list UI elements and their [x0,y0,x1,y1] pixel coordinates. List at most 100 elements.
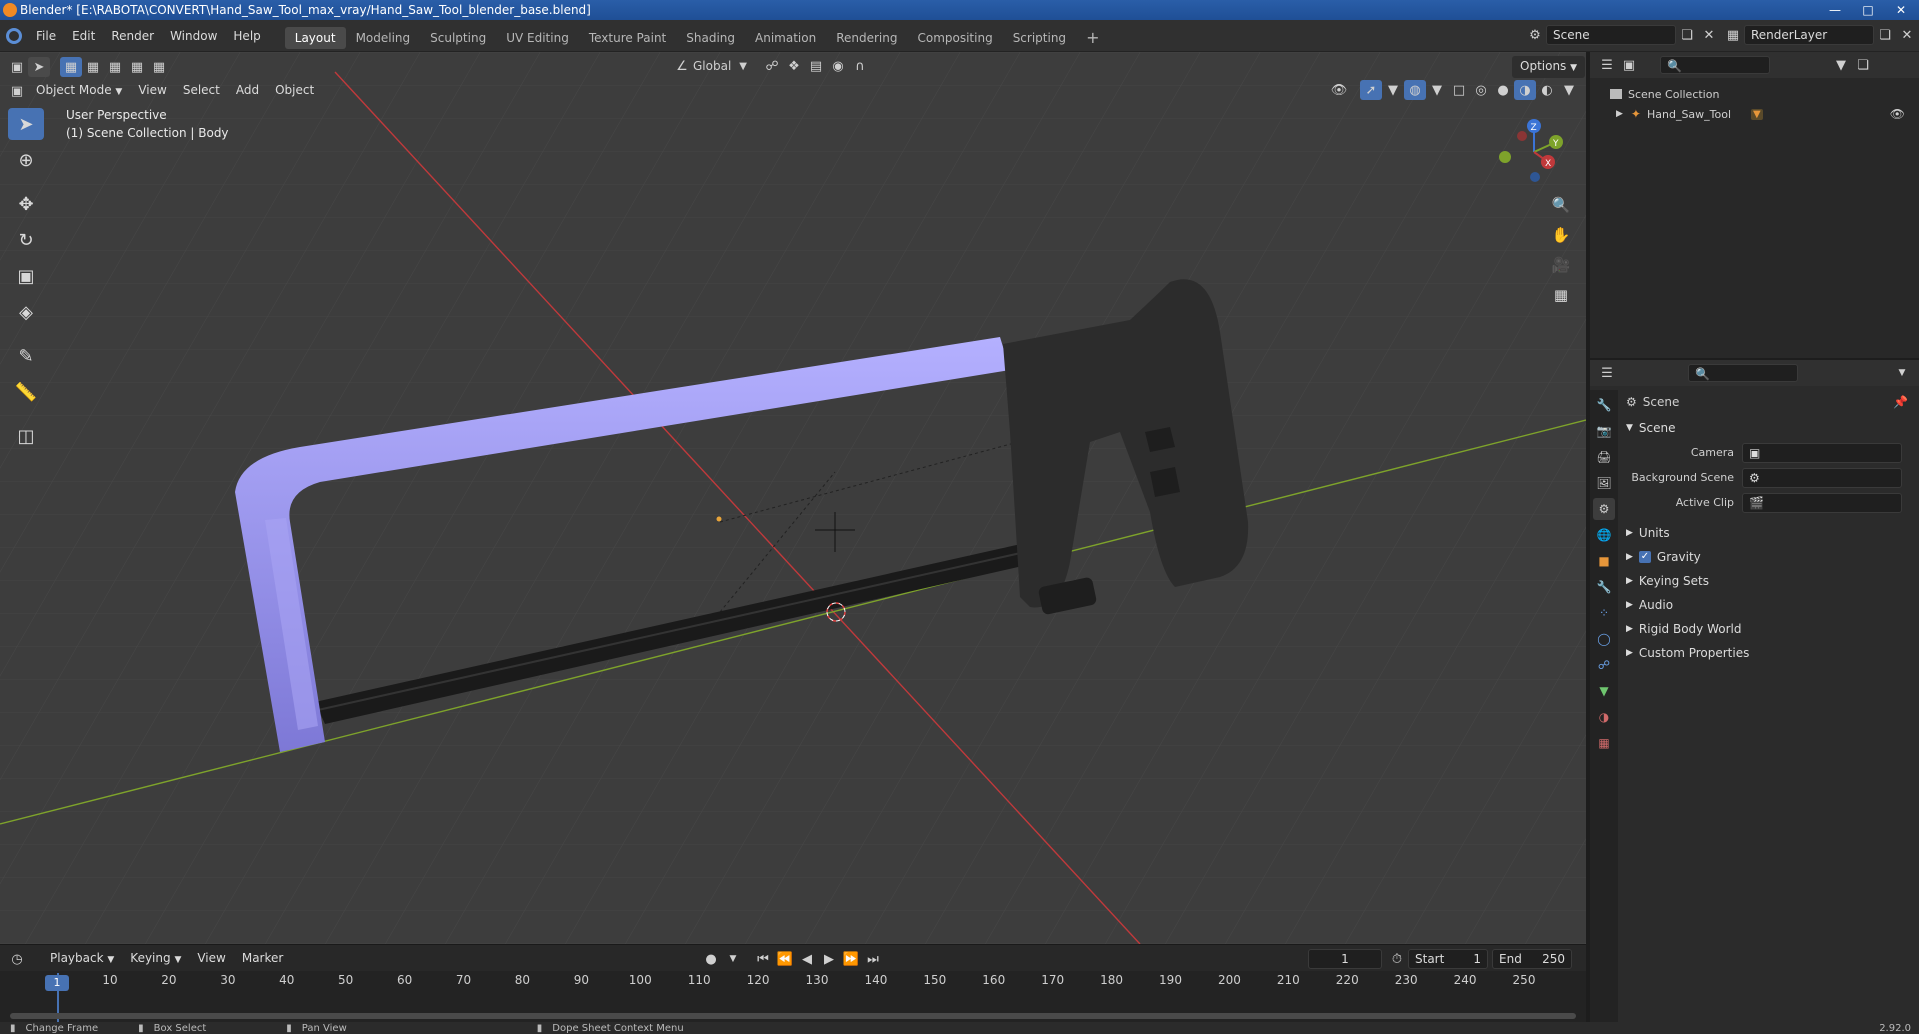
tab-animation[interactable]: Animation [745,27,826,49]
outliner-search-input[interactable]: 🔍 [1660,56,1770,74]
plus-icon[interactable]: + [1076,27,1109,49]
tab-rendering[interactable]: Rendering [826,27,907,49]
select-mode-extend-icon[interactable]: ▦ [82,57,104,77]
scale-tool-icon[interactable]: ▣ [8,260,44,292]
maximize-icon[interactable]: □ [1853,2,1883,18]
gizmo-menu-icon[interactable]: ▼ [1382,80,1404,100]
gravity-checkbox[interactable]: ✓ [1638,551,1651,563]
record-icon[interactable]: ● [700,949,722,969]
properties-editor-icon[interactable]: ☰ [1596,363,1618,383]
wireframe-shading-icon[interactable]: ◎ [1470,80,1492,100]
select-mode-new-icon[interactable]: ▦ [60,57,82,77]
current-frame-field[interactable]: 1 [1308,949,1382,969]
zoom-icon[interactable]: 🔍 [1548,192,1574,218]
prev-keyframe-icon[interactable]: ⏪ [774,949,796,969]
playhead-frame-label[interactable]: 1 [45,975,69,991]
new-collection-icon[interactable]: ❏ [1852,55,1874,75]
texture-tab-icon[interactable]: ▦ [1593,732,1615,754]
jump-end-icon[interactable]: ⏭ [862,949,884,969]
physics-tab-icon[interactable]: ◯ [1593,628,1615,650]
navigation-gizmo[interactable]: Z Y X [1490,112,1570,192]
cursor-tool-icon[interactable]: ⊕ [8,144,44,176]
tab-uv-editing[interactable]: UV Editing [496,27,579,49]
object-tab-icon[interactable]: ■ [1593,550,1615,572]
move-tool-icon[interactable]: ✥ [8,188,44,220]
gravity-panel[interactable]: ▶ ✓ Gravity [1626,545,1916,569]
data-tab-icon[interactable]: ▼ [1593,680,1615,702]
play-icon[interactable]: ▶ [818,949,840,969]
record-menu-icon[interactable]: ▼ [722,949,744,969]
tab-scripting[interactable]: Scripting [1003,27,1076,49]
modifier-tab-icon[interactable]: 🔧 [1593,576,1615,598]
display-mode-icon[interactable]: ▣ [1618,55,1640,75]
proportional-edit-icon[interactable]: ◉ [827,56,849,76]
shading-menu-icon[interactable]: ▼ [1558,80,1580,100]
menu-select[interactable]: Select [175,80,228,102]
render-tab-icon[interactable]: 📷 [1593,420,1615,442]
menu-render[interactable]: Render [103,20,162,52]
outliner-item[interactable]: ▶ ✦ Hand_Saw_Tool ▼ 👁 [1590,104,1919,124]
timeline-editor-icon[interactable]: ◷ [6,949,28,969]
solid-shading-icon[interactable]: ● [1492,80,1514,100]
timeline-track[interactable]: 1102030405060708090100110120130140150160… [0,971,1586,1023]
annotate-tool-icon[interactable]: ✎ [8,340,44,372]
minimize-icon[interactable]: — [1820,2,1850,18]
falloff-icon[interactable]: ∩ [849,56,871,76]
tab-compositing[interactable]: Compositing [907,27,1002,49]
pin-icon[interactable]: 📌 [1893,395,1908,409]
menu-object[interactable]: Object [267,80,322,102]
grid-view-icon[interactable]: ▦ [1548,282,1574,308]
options-button[interactable]: Options ▼ [1512,56,1586,78]
outliner-editor-icon[interactable]: ☰ [1596,55,1618,75]
select-mode-subtract-icon[interactable]: ▦ [104,57,126,77]
mode-selector[interactable]: Object Mode ▼ [28,80,130,102]
menu-window[interactable]: Window [162,20,225,52]
menu-keying[interactable]: Keying ▼ [122,948,189,970]
menu-timeline-view[interactable]: View [189,948,233,970]
menu-edit[interactable]: Edit [64,20,103,52]
add-cube-tool-icon[interactable]: ◫ [8,420,44,452]
next-keyframe-icon[interactable]: ⏩ [840,949,862,969]
tab-modeling[interactable]: Modeling [346,27,421,49]
timeline-scrollbar[interactable] [10,1013,1576,1019]
camera-view-icon[interactable]: 🎥 [1548,252,1574,278]
scene-panel-header[interactable]: ▼ Scene [1626,416,1916,440]
expand-arrow-icon[interactable]: ▶ [1616,109,1623,119]
audio-panel[interactable]: ▶ Audio [1626,593,1916,617]
output-tab-icon[interactable]: 🖨 [1593,446,1615,468]
menu-marker[interactable]: Marker [234,948,291,970]
properties-search-input[interactable]: 🔍 [1688,364,1798,382]
tab-texture-paint[interactable]: Texture Paint [579,27,676,49]
jump-start-icon[interactable]: ⏮ [752,949,774,969]
menu-playback[interactable]: Playback ▼ [42,948,122,970]
transform-orientation[interactable]: ∠ Global ▼ [671,56,747,76]
tool-tab-icon[interactable]: 🔧 [1593,394,1615,416]
end-frame-field[interactable]: End 250 [1492,949,1572,969]
view-layer-tab-icon[interactable]: 🖼 [1593,472,1615,494]
camera-field[interactable]: ▣ [1742,442,1902,463]
start-frame-field[interactable]: Start 1 [1408,949,1488,969]
units-panel[interactable]: ▶ Units [1626,521,1916,545]
world-tab-icon[interactable]: 🌐 [1593,524,1615,546]
measure-tool-icon[interactable]: 📏 [8,376,44,408]
custom-properties-panel[interactable]: ▶ Custom Properties [1626,641,1916,665]
background-scene-field[interactable]: ⚙ [1742,467,1902,488]
active-clip-field[interactable]: 🎬 [1742,492,1902,513]
tab-layout[interactable]: Layout [284,27,346,49]
new-scene-icon[interactable]: ❏ [1676,25,1698,45]
3d-viewport[interactable]: ▣ ➤ ▦ ▦ ▦ ▦ ▦ ∠ Global ▼ ☍ ❖ ▤ ◉ ∩ Optio… [0,52,1586,944]
new-view-layer-icon[interactable]: ❏ [1874,25,1896,45]
scene-selector[interactable]: ⚙ Scene ❏ ✕ [1524,25,1720,45]
select-box-tool-icon[interactable]: ➤ [8,108,44,140]
visibility-eye-icon[interactable]: 👁 [1890,107,1905,121]
overlay-menu-icon[interactable]: ▼ [1426,80,1448,100]
select-mode-intersect-icon[interactable]: ▦ [148,57,170,77]
select-mode-invert-icon[interactable]: ▦ [126,57,148,77]
outliner-scene-collection[interactable]: Scene Collection [1590,84,1919,104]
blender-menu-icon[interactable] [0,20,28,52]
keying-sets-panel[interactable]: ▶ Keying Sets [1626,569,1916,593]
menu-file[interactable]: File [28,20,64,52]
pivot-icon[interactable]: ☍ [761,56,783,76]
play-reverse-icon[interactable]: ◀ [796,949,818,969]
filter-icon[interactable]: ▼ [1830,55,1852,75]
